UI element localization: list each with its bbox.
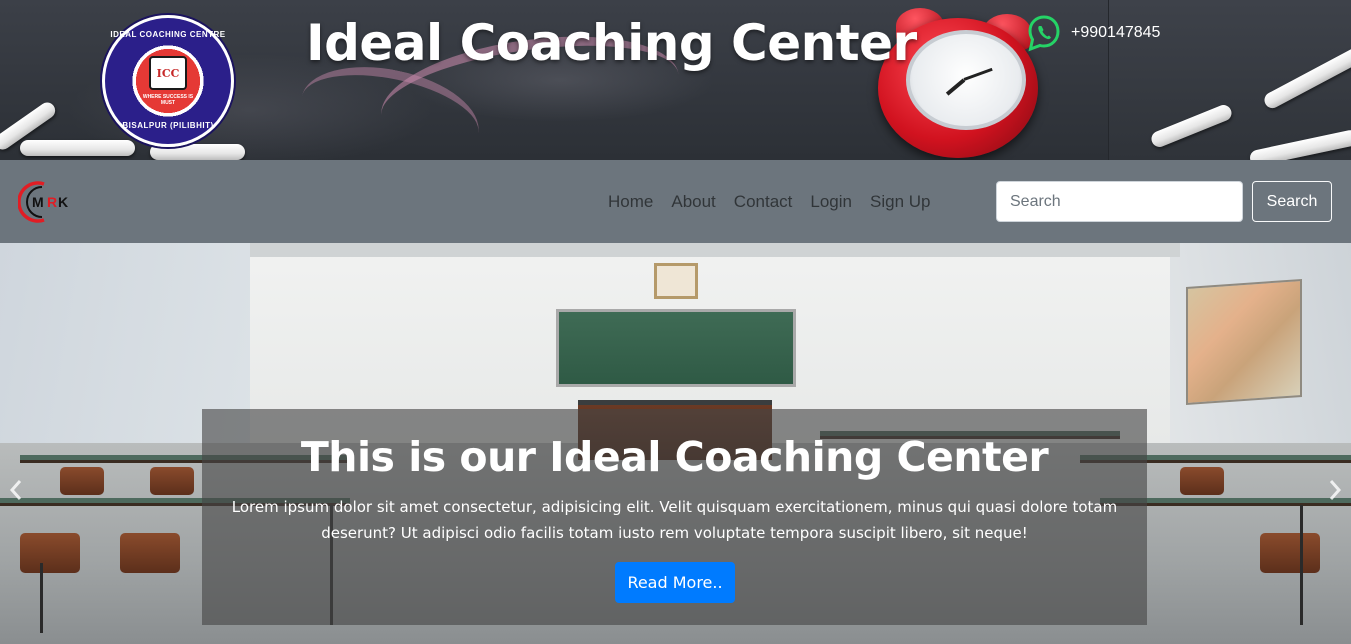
student-chair (20, 533, 80, 573)
chalk-stick (1261, 45, 1351, 111)
logo-text-top: IDEAL COACHING CENTRE (110, 30, 226, 39)
carousel-caption: This is our Ideal Coaching Center Lorem … (202, 409, 1147, 625)
classroom-chalkboard (556, 309, 796, 387)
site-logo[interactable]: IDEAL COACHING CENTRE ICC WHERE SUCCESS … (102, 15, 234, 147)
nav-login[interactable]: Login (810, 192, 852, 212)
site-title: Ideal Coaching Center (306, 14, 917, 72)
phone-number[interactable]: +990147845 (1071, 24, 1160, 42)
classroom-ceiling (250, 243, 1180, 257)
student-chair (120, 533, 180, 573)
chevron-left-icon[interactable] (4, 475, 28, 505)
svg-text:M: M (32, 194, 44, 210)
chalk-stick (20, 140, 135, 156)
chalk-stick (1149, 102, 1234, 150)
svg-text:K: K (58, 194, 68, 210)
chevron-right-icon[interactable] (1323, 475, 1347, 505)
wall-portrait (654, 263, 698, 299)
read-more-button[interactable]: Read More.. (615, 562, 735, 603)
nav-links: Home About Contact Login Sign Up (608, 192, 930, 212)
student-chair (150, 467, 194, 495)
caption-title: This is our Ideal Coaching Center (300, 433, 1049, 481)
logo-text-bottom: BISALPUR (PILIBHIT) (122, 121, 214, 130)
nav-contact[interactable]: Contact (734, 192, 793, 212)
logo-motto: WHERE SUCCESS IS MUST (142, 94, 194, 106)
logo-text-center: ICC (149, 56, 187, 90)
caption-text: Lorem ipsum dolor sit amet consectetur, … (231, 498, 1118, 542)
nav-sign-up[interactable]: Sign Up (870, 192, 930, 212)
chalk-stick (1248, 128, 1351, 160)
hero-carousel: This is our Ideal Coaching Center Lorem … (0, 243, 1351, 644)
student-chair (60, 467, 104, 495)
student-chair (1180, 467, 1224, 495)
svg-text:R: R (47, 194, 57, 210)
search-input[interactable] (996, 181, 1243, 222)
mrk-logo[interactable]: M R K (17, 178, 84, 226)
whatsapp-icon[interactable] (1028, 14, 1060, 52)
main-navbar: M R K Home About Contact Login Sign Up S… (0, 160, 1351, 243)
nav-about[interactable]: About (671, 192, 715, 212)
search-button[interactable]: Search (1252, 181, 1332, 222)
student-chair (1260, 533, 1320, 573)
nav-home[interactable]: Home (608, 192, 653, 212)
top-banner: IDEAL COACHING CENTRE ICC WHERE SUCCESS … (0, 0, 1351, 160)
wall-map (1186, 278, 1302, 406)
